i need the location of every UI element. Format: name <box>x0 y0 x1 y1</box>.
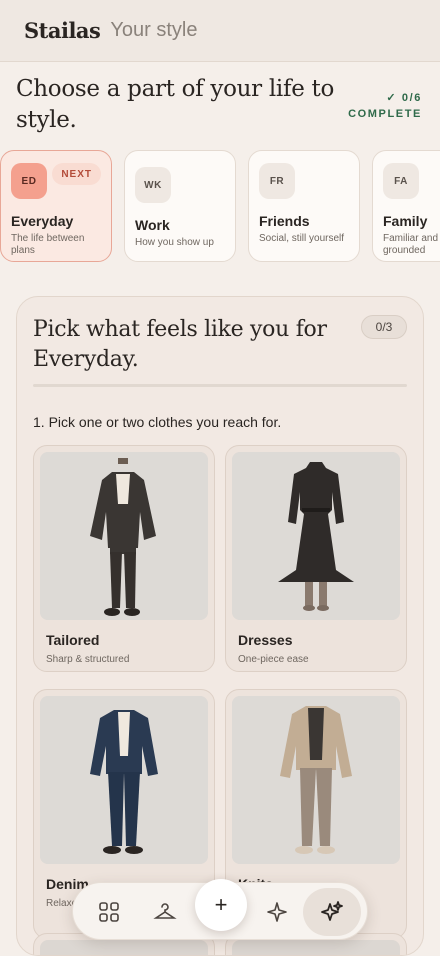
add-button[interactable]: + <box>195 879 247 931</box>
part-card-family[interactable]: FA Family Familiar and grounded <box>372 150 440 262</box>
progress-indicator: ✓ 0/6 COMPLETE <box>348 90 422 122</box>
brand-logo[interactable]: Stailas <box>24 18 101 43</box>
life-parts-carousel[interactable]: ED NEXT Everyday The life between plans … <box>0 147 440 265</box>
part-description: Social, still yourself <box>259 233 345 244</box>
part-name: Family <box>383 213 428 229</box>
selection-count-badge: 0/3 <box>361 315 407 339</box>
part-description: Familiar and grounded <box>383 233 439 256</box>
style-picker-panel: Pick what feels like you for Everyday. 0… <box>16 296 424 956</box>
header-subtitle: Your style <box>110 19 198 41</box>
part-description: The life between plans <box>11 233 85 256</box>
next-badge: NEXT <box>52 163 101 185</box>
option-description: One-piece ease <box>238 654 309 665</box>
hanger-icon[interactable] <box>145 892 185 932</box>
option-name: Dresses <box>238 632 293 648</box>
sparkle-icon[interactable] <box>257 892 297 932</box>
part-name: Everyday <box>11 213 74 229</box>
partial-outfit-image <box>40 940 208 955</box>
dress-outfit-image <box>232 452 400 620</box>
part-name: Friends <box>259 213 310 229</box>
part-description: How you show up <box>135 237 214 248</box>
panel-title: Pick what feels like you for Everyday. <box>33 317 327 372</box>
progress-label: COMPLETE <box>348 108 422 120</box>
page-title: Choose a part of your life to style. <box>16 76 335 133</box>
sparkles-tab-active[interactable] <box>303 888 361 936</box>
app-header: Stailas Your style <box>0 0 440 62</box>
add-icon: + <box>214 892 228 917</box>
question-label: 1. Pick one or two clothes you reach for… <box>33 414 282 430</box>
option-tile-dresses[interactable]: Dresses One-piece ease <box>225 445 407 672</box>
intro-section: Choose a part of your life to style. ✓ 0… <box>16 74 426 136</box>
option-tile-tailored[interactable]: Tailored Sharp & structured <box>33 445 215 672</box>
option-description: Sharp & structured <box>46 654 130 665</box>
progress-value: ✓ 0/6 <box>386 92 422 104</box>
part-card-everyday[interactable]: ED NEXT Everyday The life between plans <box>0 150 112 262</box>
option-name: Tailored <box>46 632 100 648</box>
part-abbr-badge: FR <box>259 163 295 199</box>
partial-outfit-image <box>232 940 400 955</box>
part-abbr-badge: ED <box>11 163 47 199</box>
part-card-friends[interactable]: FR Friends Social, still yourself <box>248 150 360 262</box>
grid-icon[interactable] <box>89 892 129 932</box>
part-abbr-badge: WK <box>135 167 171 203</box>
part-abbr-badge: FA <box>383 163 419 199</box>
panel-divider <box>33 384 407 387</box>
tailored-outfit-image <box>40 452 208 620</box>
knits-outfit-image <box>232 696 400 864</box>
bottom-navigation: + <box>72 879 368 940</box>
part-card-work[interactable]: WK Work How you show up <box>124 150 236 262</box>
part-name: Work <box>135 217 170 233</box>
denim-outfit-image <box>40 696 208 864</box>
sparkles-icon <box>321 901 343 921</box>
